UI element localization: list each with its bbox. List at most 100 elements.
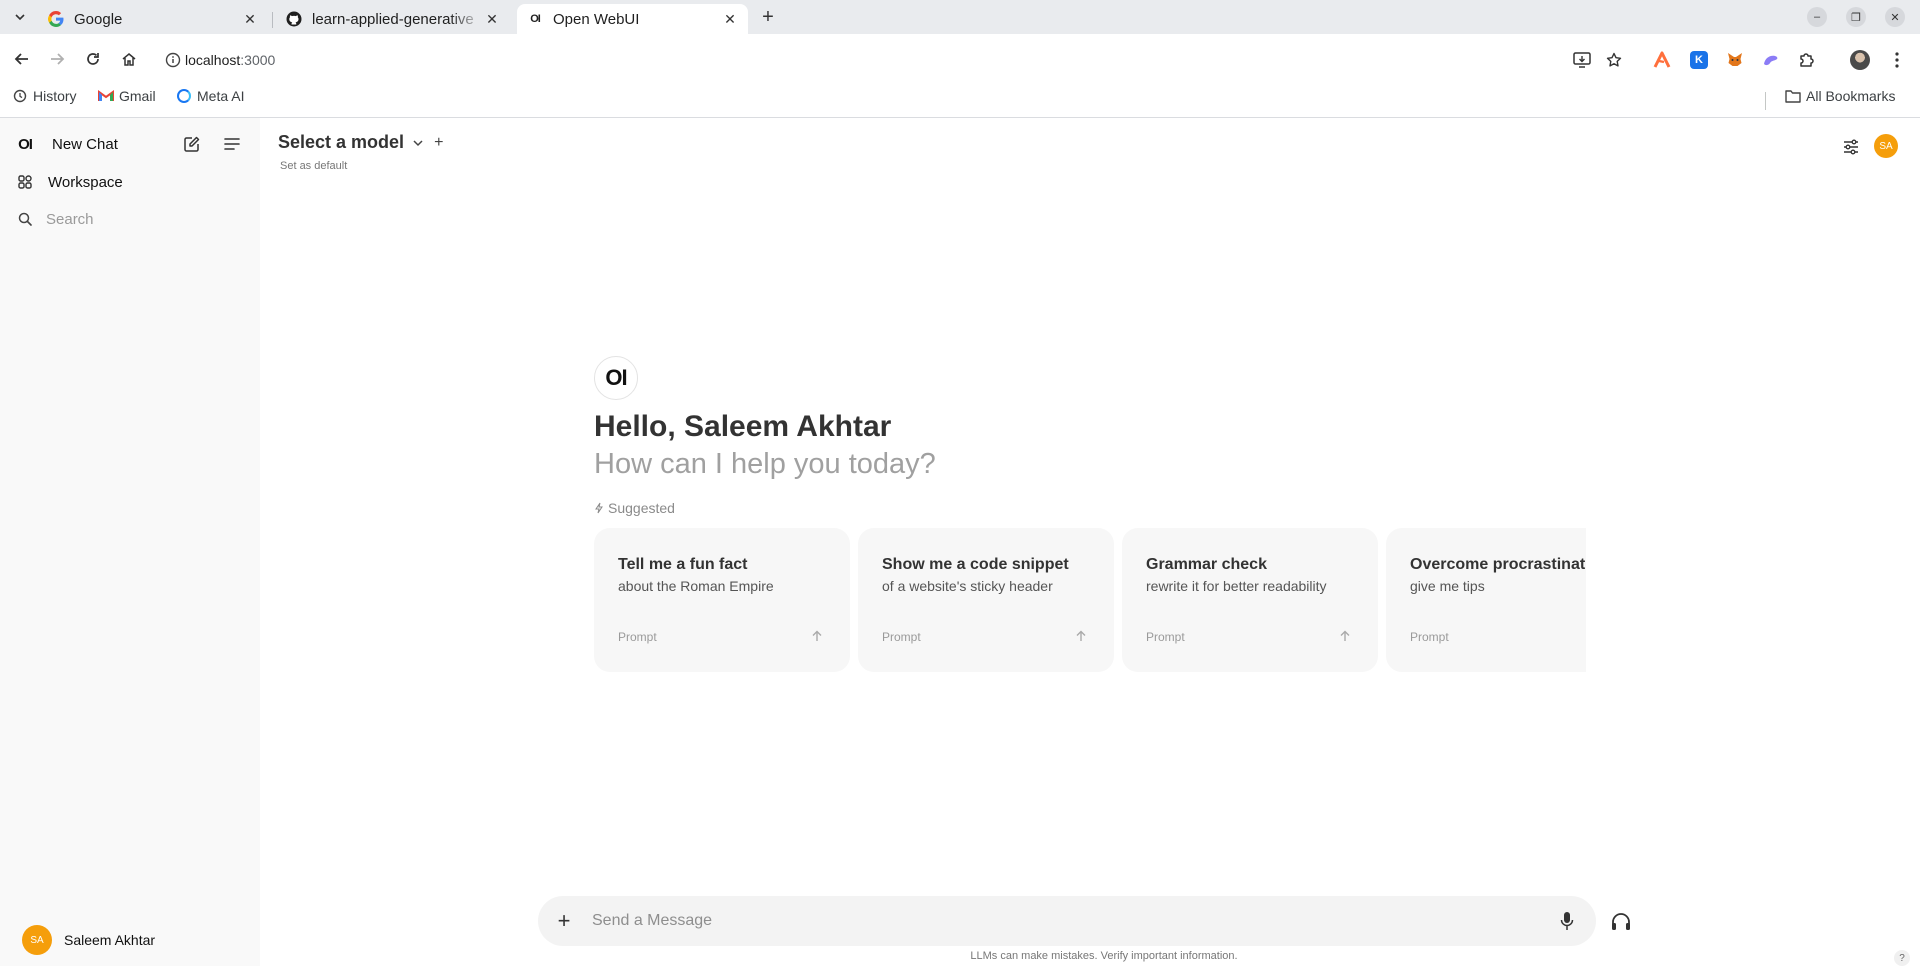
install-app-icon[interactable] xyxy=(1571,49,1593,71)
close-tab-icon[interactable]: ✕ xyxy=(722,11,738,27)
bookmark-label: History xyxy=(33,88,77,104)
forward-arrow-icon[interactable] xyxy=(46,48,68,70)
extensions-puzzle-icon[interactable] xyxy=(1796,49,1818,71)
suggestion-subtitle: rewrite it for better readability xyxy=(1146,578,1327,594)
message-input[interactable] xyxy=(592,906,1492,936)
add-model-plus-icon[interactable]: + xyxy=(434,134,443,152)
github-icon xyxy=(286,11,302,27)
arrow-up-icon xyxy=(810,628,824,644)
toolbar-extension-k[interactable]: K xyxy=(1688,49,1710,71)
url-text: localhost:3000 xyxy=(185,52,275,68)
model-selector-label: Select a model xyxy=(278,132,405,152)
header-user-avatar[interactable]: SA xyxy=(1874,134,1898,158)
workspace-grid-icon xyxy=(12,169,38,195)
tab-github[interactable]: learn-applied-generative ✕ xyxy=(276,4,510,34)
user-name: Saleem Akhtar xyxy=(64,932,156,948)
close-tab-icon[interactable]: ✕ xyxy=(242,11,258,27)
bookmark-meta-ai[interactable]: Meta AI xyxy=(176,88,244,104)
sidebar: OI New Chat Workspace Search SA Saleem A… xyxy=(0,118,260,966)
help-question-button[interactable]: ? xyxy=(1894,950,1910,966)
message-composer: + xyxy=(538,896,1596,946)
all-bookmarks-label: All Bookmarks xyxy=(1806,88,1896,104)
compose-edit-icon[interactable] xyxy=(180,132,204,156)
suggestion-subtitle: of a website's sticky header xyxy=(882,578,1053,594)
tab-google[interactable]: Google ✕ xyxy=(38,4,268,34)
history-clock-icon xyxy=(12,88,28,104)
bookmark-label: Meta AI xyxy=(197,88,245,104)
suggestion-tag: Prompt xyxy=(1146,630,1185,644)
chevron-down-icon[interactable] xyxy=(412,137,424,149)
url-port: :3000 xyxy=(240,52,276,68)
set-as-default-link[interactable]: Set as default xyxy=(280,160,347,172)
suggestion-tag: Prompt xyxy=(1410,630,1449,644)
toolbar-extension-fox[interactable] xyxy=(1724,49,1746,71)
toolbar-extension-orange[interactable] xyxy=(1651,49,1673,71)
greeting-subtitle: How can I help you today? xyxy=(594,448,936,480)
bookmarks-separator xyxy=(1765,92,1766,110)
suggestion-card[interactable]: Overcome procrastination give me tips Pr… xyxy=(1386,528,1586,672)
tab-title: Open WebUI xyxy=(553,10,640,28)
suggestion-title: Tell me a fun fact xyxy=(618,556,748,573)
extension-a-icon xyxy=(1653,51,1671,69)
close-window-icon[interactable]: ✕ xyxy=(1885,7,1905,27)
all-bookmarks-button[interactable]: All Bookmarks xyxy=(1785,88,1895,104)
tab-separator xyxy=(272,12,273,28)
browser-menu-kebab-icon[interactable] xyxy=(1886,49,1908,71)
suggestion-title: Show me a code snippet xyxy=(882,556,1069,573)
bookmark-gmail[interactable]: Gmail xyxy=(98,88,156,104)
suggested-text: Suggested xyxy=(608,500,675,516)
model-selector[interactable]: Select a model + xyxy=(278,132,443,153)
toolbar-extension-purple[interactable] xyxy=(1760,49,1782,71)
close-tab-icon[interactable]: ✕ xyxy=(484,11,500,27)
profile-avatar-icon[interactable] xyxy=(1849,49,1871,71)
address-bar[interactable]: localhost:3000 xyxy=(159,46,1599,74)
tab-search-chevron-icon[interactable] xyxy=(8,7,32,27)
home-icon[interactable] xyxy=(118,48,140,70)
greeting-heading: Hello, Saleem Akhtar xyxy=(594,410,892,443)
suggestion-card[interactable]: Tell me a fun fact about the Roman Empir… xyxy=(594,528,850,672)
bookmarks-bar xyxy=(0,84,1920,118)
user-menu-button[interactable]: SA Saleem Akhtar xyxy=(22,924,155,956)
controls-sliders-icon[interactable] xyxy=(1840,136,1862,158)
open-webui-favicon: OI xyxy=(530,13,541,25)
tab-title: Google xyxy=(74,10,123,28)
purple-extension-icon xyxy=(1762,51,1780,69)
bookmark-star-icon[interactable] xyxy=(1603,49,1625,71)
workspace-label: Workspace xyxy=(48,173,123,191)
suggestion-cards: Tell me a fun fact about the Roman Empir… xyxy=(594,528,1586,674)
reload-icon[interactable] xyxy=(82,48,104,70)
hero-logo: OI xyxy=(594,356,638,400)
google-icon xyxy=(48,11,64,27)
sidebar-search[interactable]: Search xyxy=(12,203,94,235)
search-input[interactable]: Search xyxy=(46,211,94,228)
suggestion-tag: Prompt xyxy=(618,630,657,644)
bookmark-history[interactable]: History xyxy=(12,88,77,104)
sidebar-item-workspace[interactable]: Workspace xyxy=(12,166,123,198)
url-host: localhost xyxy=(185,52,241,68)
disclaimer-text: LLMs can make mistakes. Verify important… xyxy=(970,950,1238,962)
microphone-icon[interactable] xyxy=(1556,910,1578,932)
voice-headphones-icon[interactable] xyxy=(1608,909,1634,935)
bookmark-label: Gmail xyxy=(119,88,156,104)
site-info-icon[interactable] xyxy=(165,52,181,68)
back-arrow-icon[interactable] xyxy=(11,48,33,70)
metamask-fox-icon xyxy=(1726,51,1744,69)
restore-window-icon[interactable]: ❐ xyxy=(1846,7,1866,27)
suggestion-tag: Prompt xyxy=(882,630,921,644)
arrow-up-icon xyxy=(1074,628,1088,644)
lightning-bolt-icon xyxy=(594,502,604,514)
user-avatar: SA xyxy=(22,925,52,955)
browser-tab-strip: Google ✕ learn-applied-generative ✕ OI O… xyxy=(0,0,1920,34)
minimize-window-icon[interactable]: – xyxy=(1807,7,1827,27)
suggestion-card[interactable]: Show me a code snippet of a website's st… xyxy=(858,528,1114,672)
new-chat-button[interactable]: OI New Chat xyxy=(12,128,118,160)
folder-icon xyxy=(1785,88,1801,104)
suggestion-title: Grammar check xyxy=(1146,556,1267,573)
attach-plus-button[interactable]: + xyxy=(552,908,576,933)
search-icon xyxy=(12,206,38,232)
suggestion-card[interactable]: Grammar check rewrite it for better read… xyxy=(1122,528,1378,672)
new-tab-plus-icon[interactable]: + xyxy=(756,6,780,28)
sidebar-menu-icon[interactable] xyxy=(220,132,244,156)
tab-open-webui-active[interactable]: OI Open WebUI ✕ xyxy=(517,4,748,34)
suggestion-subtitle: give me tips xyxy=(1410,578,1485,594)
